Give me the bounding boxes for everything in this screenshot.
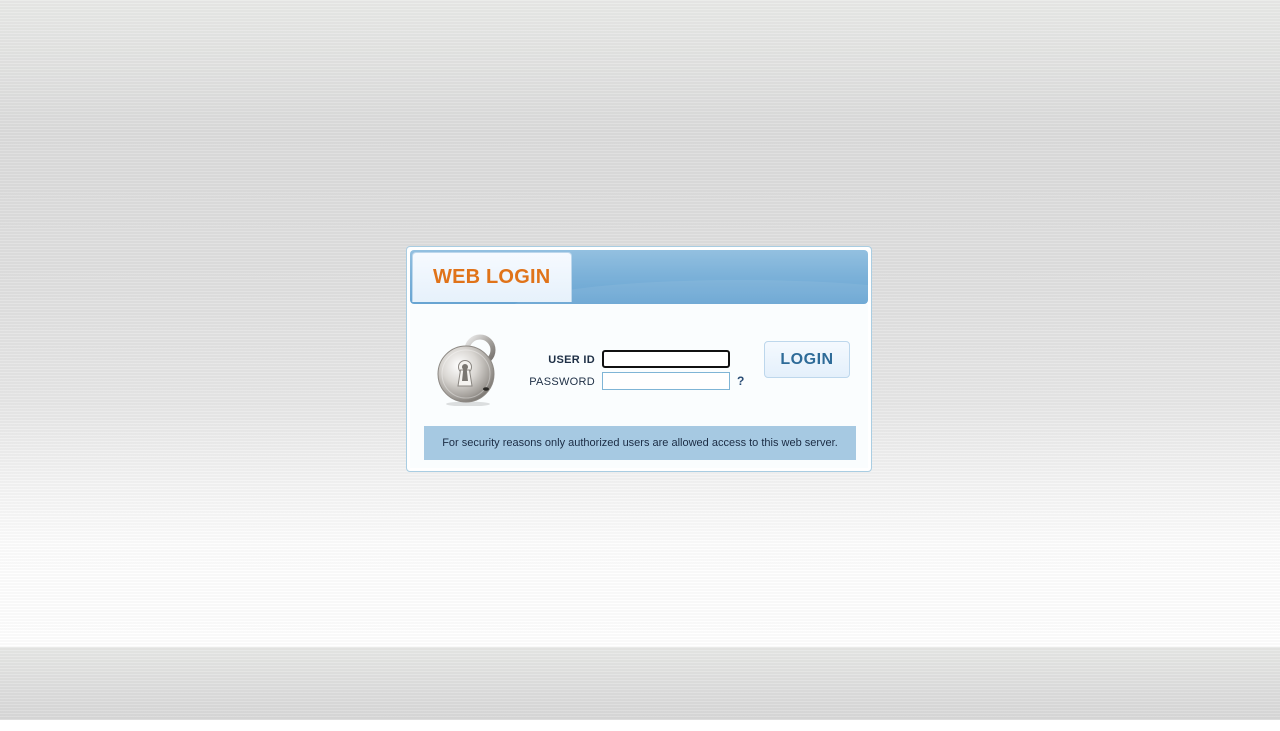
title-tab: WEB LOGIN [412,252,572,302]
password-help-link[interactable]: ? [737,374,744,388]
security-notice: For security reasons only authorized use… [424,426,856,460]
password-label: PASSWORD [529,376,595,388]
user-id-label: USER ID [548,354,595,366]
user-id-input[interactable] [602,350,730,368]
login-button[interactable]: LOGIN [764,341,850,378]
panel-body: USER ID PASSWORD ? LOGIN For security re… [410,304,868,468]
background-bottom [0,647,1280,720]
login-panel: WEB LOGIN USER ID PASSWORD ? LOGIN For s… [406,246,872,472]
lock-icon [437,334,496,406]
password-input[interactable] [602,372,730,390]
page-title: WEB LOGIN [433,266,551,288]
